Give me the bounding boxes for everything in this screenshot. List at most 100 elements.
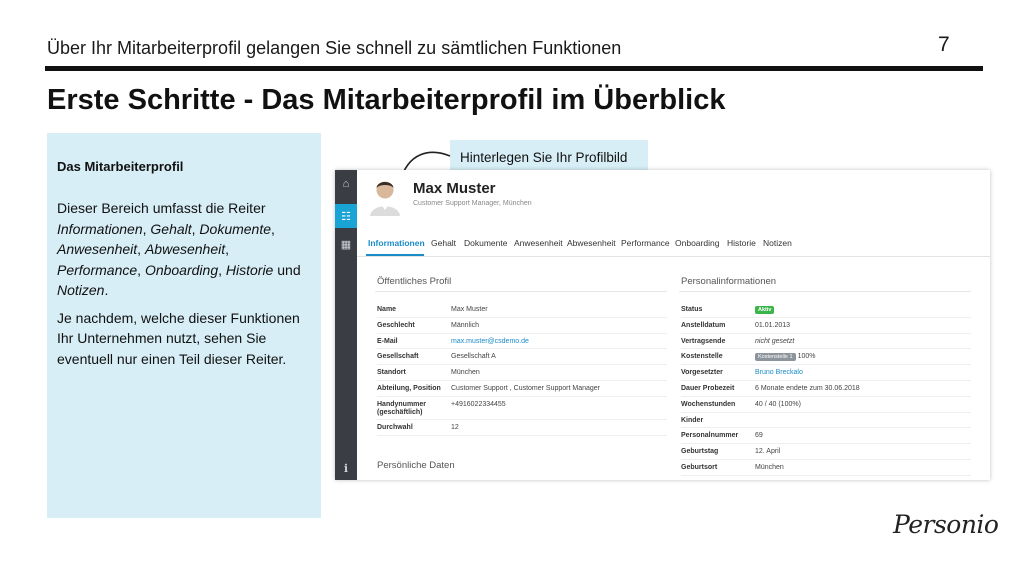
public-profile-rule	[375, 291, 667, 292]
info-box: Das Mitarbeiterprofil Dieser Bereich umf…	[47, 133, 321, 518]
personal-info-label: Geburtsort	[681, 464, 718, 471]
app-screenshot: ⌂ ☷ ▦ ℹ Max Muster Customer Support Manager…	[335, 170, 990, 480]
info-box-note-paragraph: Je nachdem, welche dieser Funktionen Ihr…	[57, 309, 300, 367]
personal-info-label: Vertragsende	[681, 337, 726, 345]
public-profile-row: Standort München	[377, 365, 667, 381]
info-text: und	[273, 261, 301, 278]
info-text: ,	[218, 261, 226, 278]
public-profile-row: Gesellschaft Gesellschaft A	[377, 349, 667, 366]
personal-info-label: Dauer Probezeit	[681, 385, 735, 392]
public-profile-title: Öffentliches Profil	[377, 276, 452, 287]
public-profile-row: E-Mail max.muster@csdemo.de	[377, 334, 667, 350]
personal-info-value: Aktiv	[755, 306, 775, 314]
personio-logo: Personio	[893, 510, 999, 539]
public-profile-value: Gesellschaft A	[451, 353, 496, 361]
active-tab-underline	[366, 254, 424, 256]
info-tab-name: Informationen	[57, 220, 143, 237]
status-badge: Aktiv	[755, 306, 775, 314]
personal-info-label: Kostenstelle	[681, 353, 723, 361]
public-profile-value: Männlich	[451, 321, 480, 329]
public-profile-row: Handynummer (geschäftlich) +4916022334455	[377, 397, 667, 420]
profile-subtitle: Customer Support Manager, München	[413, 200, 532, 207]
personal-info-row: Geburtstag 12. April	[681, 444, 971, 460]
info-tab-name: Anwesenheit	[57, 241, 138, 257]
personal-info-label: Vorgesetzter	[681, 369, 723, 377]
public-profile-value[interactable]: max.muster@csdemo.de	[451, 338, 529, 345]
personal-info-row: Kostenstelle Kostenstelle 1 100%	[681, 349, 971, 366]
info-text: ,	[137, 261, 145, 278]
public-profile-label: Abteilung, Position	[377, 385, 441, 392]
public-profile-value: Max Muster	[451, 306, 488, 313]
cost-center-tag: Kostenstelle 1	[755, 353, 796, 362]
personal-info-label: Status	[681, 306, 703, 313]
public-profile-row: Durchwahl 12	[377, 420, 667, 436]
public-profile-value: +4916022334455	[451, 400, 506, 408]
personal-info-value[interactable]: Bruno Breckalo	[755, 369, 803, 376]
info-text: ,	[271, 220, 275, 237]
personal-info-row: Vertragsende nicht gesetzt	[681, 334, 971, 350]
tab-onboarding[interactable]: Onboarding	[675, 238, 719, 248]
tab-anwesenheit[interactable]: Anwesenheit	[514, 238, 563, 248]
info-tab-name: Performance	[57, 261, 138, 278]
public-profile-label: Standort	[377, 369, 406, 377]
personal-info-row: Vorgesetzter Bruno Breckalo	[681, 365, 971, 381]
personal-info-label: Personalnummer	[681, 432, 739, 440]
personal-info-value: München	[755, 464, 784, 471]
personal-info-value: 40 / 40 (100%)	[755, 400, 801, 408]
calendar-icon[interactable]: ▦	[335, 232, 357, 256]
info-icon[interactable]: ℹ	[335, 456, 357, 480]
personal-data-title: Persönliche Daten	[377, 460, 455, 471]
slide-title: Erste Schritte - Das Mitarbeiterprofil i…	[47, 84, 726, 116]
info-text: .	[104, 282, 109, 298]
nav-rail: ⌂ ☷ ▦ ℹ	[335, 170, 357, 480]
personal-info-label: Kinder	[681, 416, 704, 424]
page-number: 7	[938, 33, 950, 56]
personal-info-row: Status Aktiv	[681, 302, 971, 318]
personal-info-title: Personalinformationen	[681, 276, 777, 287]
tab-dokumente[interactable]: Dokumente	[464, 238, 507, 248]
info-text: ,	[225, 241, 230, 257]
info-box-heading: Das Mitarbeiterprofil	[57, 159, 184, 174]
personal-info-row: Anstelldatum 01.01.2013	[681, 318, 971, 334]
personal-info-row: Wochenstunden 40 / 40 (100%)	[681, 397, 971, 413]
personal-info-label: Anstelldatum	[681, 321, 726, 329]
info-tab-name: Onboarding	[144, 261, 219, 278]
public-profile-label: Handynummer (geschäftlich)	[377, 400, 427, 416]
personal-info-label: Wochenstunden	[681, 400, 736, 408]
public-profile-label: Durchwahl	[377, 423, 413, 431]
personal-info-value: 01.01.2013	[755, 321, 791, 329]
info-box-tabs-paragraph: Dieser Bereich umfasst die Reiter Inform…	[57, 198, 311, 301]
slide-header-text: Über Ihr Mitarbeiterprofil gelangen Sie …	[47, 38, 622, 58]
public-profile-label: E-Mail	[377, 337, 398, 345]
tab-performance[interactable]: Performance	[621, 238, 670, 248]
personal-info-value: 69	[755, 432, 763, 440]
personal-info-label: Geburtstag	[681, 448, 719, 456]
profile-tabs: Informationen Gehalt Dokumente Anwesenheit A…	[357, 232, 990, 257]
tab-gehalt[interactable]: Gehalt	[431, 238, 456, 248]
public-profile-row: Abteilung, Position Customer Support , Cu…	[377, 381, 667, 397]
public-profile-row: Name Max Muster	[377, 302, 667, 318]
personal-info-value: Kostenstelle 1 100%	[755, 353, 816, 362]
public-profile-value: 12	[451, 423, 459, 431]
tab-abwesenheit[interactable]: Abwesenheit	[567, 238, 616, 248]
profile-name: Max Muster	[413, 180, 496, 197]
cost-center-share: 100%	[797, 353, 816, 361]
tab-notizen[interactable]: Notizen	[763, 238, 792, 248]
public-profile-value: Customer Support , Customer Support Mana…	[451, 385, 601, 392]
personal-info-value: 12. April	[755, 448, 781, 456]
personal-info-rule	[679, 291, 971, 292]
team-icon[interactable]: ☷	[335, 204, 357, 228]
avatar[interactable]	[368, 176, 402, 216]
home-icon[interactable]: ⌂	[335, 172, 357, 196]
tab-historie[interactable]: Historie	[727, 238, 756, 248]
info-tab-name: Historie	[225, 261, 274, 278]
tab-informationen[interactable]: Informationen	[368, 238, 425, 248]
info-text: ,	[137, 241, 145, 257]
personal-info-row: Personalnummer 69	[681, 428, 971, 445]
personal-info-row: Dauer Probezeit 6 Monate endete zum 30.06…	[681, 381, 971, 397]
personal-info-value: 6 Monate endete zum 30.06.2018	[755, 385, 860, 392]
public-profile-label: Gesellschaft	[377, 353, 419, 361]
public-profile-row: Geschlecht Männlich	[377, 318, 667, 334]
info-tab-name: Abwesenheit	[144, 241, 226, 257]
info-text: Dieser Bereich umfasst die Reiter	[57, 200, 266, 216]
